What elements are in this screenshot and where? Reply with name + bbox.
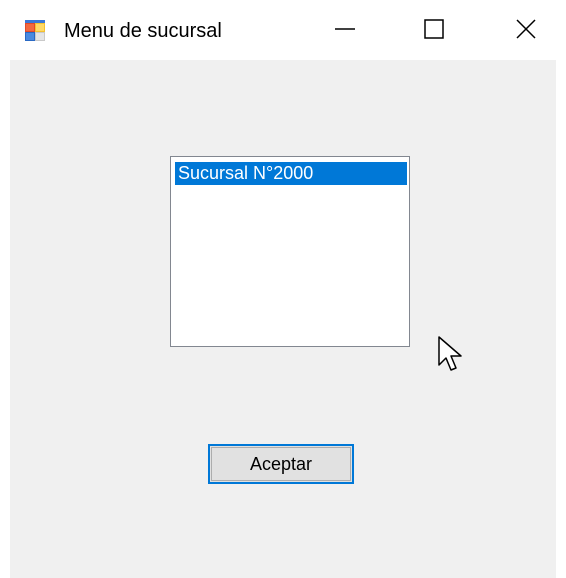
- app-window-icon[interactable]: [25, 20, 47, 42]
- client-area: Sucursal N°2000 Aceptar: [10, 60, 556, 578]
- window-title: Menu de sucursal: [64, 20, 222, 42]
- branch-listbox[interactable]: Sucursal N°2000: [170, 156, 410, 347]
- mouse-pointer-icon: [437, 335, 467, 375]
- maximize-icon: [423, 18, 445, 45]
- accept-button[interactable]: Aceptar: [208, 444, 354, 484]
- accept-button-label: Aceptar: [249, 453, 313, 474]
- maximize-button[interactable]: [398, 6, 470, 56]
- list-item-selected[interactable]: Sucursal N°2000: [175, 162, 407, 185]
- close-icon: [515, 18, 537, 45]
- app-window: Menu de sucursal Sucursal N°2000 Aceptar: [0, 0, 566, 578]
- title-bar[interactable]: Menu de sucursal: [0, 0, 566, 60]
- minimize-button[interactable]: [309, 6, 381, 56]
- minimize-icon: [334, 18, 356, 45]
- close-button[interactable]: [490, 6, 562, 56]
